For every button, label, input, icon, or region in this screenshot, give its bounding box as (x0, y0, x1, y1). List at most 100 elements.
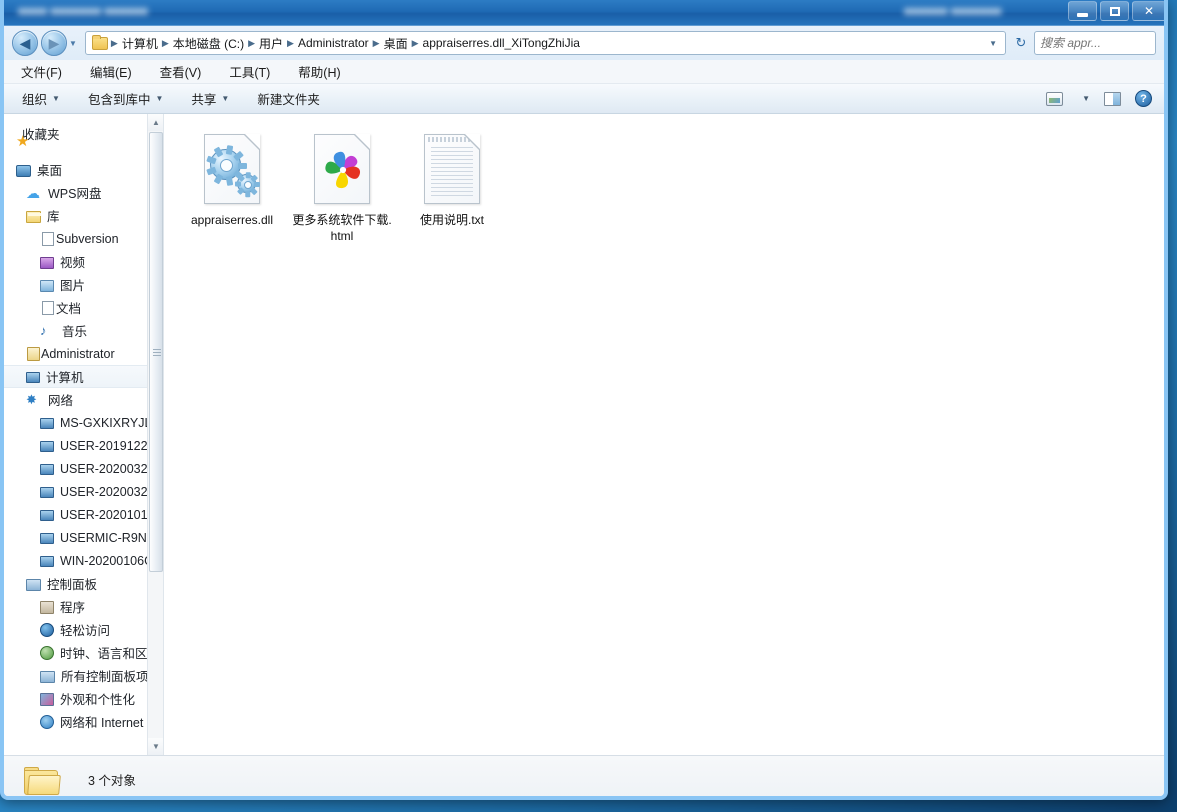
close-button[interactable]: ✕ (1132, 1, 1164, 21)
breadcrumb-separator: ▶ (161, 37, 169, 48)
forward-icon: ▶ (48, 34, 60, 51)
minimize-button[interactable] (1068, 1, 1097, 21)
file-name-label: 更多系统软件下载.html (292, 213, 392, 243)
organize-button[interactable]: 组织 ▼ (22, 89, 60, 108)
sidebar-item-16[interactable]: USER-20201017I (4, 503, 163, 526)
file-icon-wrap (204, 128, 260, 210)
sidebar-item-label: 外观和个性化 (60, 693, 136, 707)
chevron-down-icon: ▼ (69, 38, 77, 48)
sidebar-item-label: 音乐 (62, 325, 88, 339)
breadcrumb[interactable]: ▶ 计算机 ▶ 本地磁盘 (C:) ▶ 用户 ▶ Administrator ▶… (84, 31, 1006, 55)
scroll-down-icon[interactable]: ▼ (148, 738, 163, 755)
ease-of-access-icon (40, 623, 54, 637)
gear-tooth (213, 173, 224, 185)
change-view-icon[interactable] (1046, 91, 1064, 106)
sidebar-item-15[interactable]: USER-20200326Y (4, 480, 163, 503)
content-area: ★ 收藏夹桌面 ☁ WPS网盘库 Subversion 视频 图片 文档 ♪ 音乐 Administ… (4, 114, 1164, 755)
sidebar-item-11[interactable]: ✸ 网络 (4, 388, 163, 411)
sidebar-item-label: USER-20191220I (60, 438, 158, 453)
breadcrumb-separator: ▶ (372, 37, 380, 48)
maximize-button[interactable] (1100, 1, 1129, 21)
item-count-label: 3 个对象 (88, 774, 136, 788)
folder-icon (24, 765, 61, 795)
sidebar-item-23[interactable]: 所有控制面板项 (4, 664, 163, 687)
share-button[interactable]: 共享 ▼ (191, 89, 229, 108)
scroll-up-icon[interactable]: ▲ (148, 114, 163, 131)
search-box[interactable] (1034, 31, 1164, 55)
breadcrumb-item-2[interactable]: 用户 (256, 35, 286, 52)
breadcrumb-item-0[interactable]: 计算机 (119, 35, 161, 52)
breadcrumb-item-3[interactable]: Administrator (295, 36, 372, 50)
navigation-scrollbar[interactable]: ▲ ▼ (147, 114, 163, 755)
menu-file[interactable]: 文件(F) (18, 60, 65, 83)
sidebar-item-2[interactable]: ☁ WPS网盘 (4, 181, 163, 204)
breadcrumb-dropdown-icon[interactable]: ▼ (989, 39, 1001, 48)
file-item-dll[interactable]: appraiserres.dll (180, 128, 284, 244)
sidebar-item-14[interactable]: USER-20200320U (4, 457, 163, 480)
control-panel-icon (26, 578, 41, 591)
refresh-button[interactable]: ↻ (1010, 31, 1032, 55)
gear-small-icon (235, 172, 260, 197)
network-internet-icon (40, 715, 54, 729)
sidebar-item-25[interactable]: 网络和 Internet (4, 710, 163, 733)
sidebar-item-label: 库 (47, 210, 60, 224)
file-list-pane[interactable]: appraiserres.dll 更多系统软件下载.html 使用说明.txt (164, 114, 1164, 755)
gear-tooth (250, 174, 258, 182)
sidebar-item-8[interactable]: ♪ 音乐 (4, 319, 163, 342)
back-button[interactable]: ◀ (12, 30, 38, 56)
menu-view[interactable]: 查看(V) (157, 60, 205, 83)
programs-icon (40, 601, 54, 614)
sidebar-item-3[interactable]: 库 (4, 204, 163, 227)
file-item-txt[interactable]: 使用说明.txt (400, 128, 504, 244)
sidebar-item-7[interactable]: 文档 (4, 296, 163, 319)
sidebar-item-label: WPS网盘 (48, 187, 102, 201)
preview-pane-icon[interactable] (1104, 91, 1121, 106)
sidebar-item-0[interactable]: ★ 收藏夹 (4, 122, 163, 149)
computer-icon (40, 464, 54, 475)
menu-help[interactable]: 帮助(H) (295, 60, 343, 83)
sidebar-item-label: 网络 (48, 394, 74, 408)
command-toolbar: 组织 ▼ 包含到库中 ▼ 共享 ▼ 新建文件夹 ▼ ? (4, 84, 1164, 114)
sidebar-item-label: 网络和 Internet (60, 716, 144, 730)
sidebar-item-19[interactable]: 控制面板 (4, 572, 163, 595)
sidebar-item-9[interactable]: Administrator (4, 342, 163, 365)
breadcrumb-item-4[interactable]: 桌面 (381, 35, 411, 52)
forward-button[interactable]: ▶ (41, 30, 67, 56)
sidebar-item-4[interactable]: Subversion (4, 227, 163, 250)
sidebar-item-1[interactable]: 桌面 (4, 158, 163, 181)
sidebar-item-13[interactable]: USER-20191220I (4, 434, 163, 457)
new-folder-button[interactable]: 新建文件夹 (257, 89, 320, 108)
sidebar-item-18[interactable]: WIN-20200106G (4, 549, 163, 572)
include-in-library-button[interactable]: 包含到库中 ▼ (88, 89, 163, 108)
search-input[interactable] (1040, 36, 1164, 50)
sidebar-item-24[interactable]: 外观和个性化 (4, 687, 163, 710)
subversion-icon (42, 231, 54, 246)
computer-icon (40, 556, 54, 567)
title-bar[interactable]: ■■■■ ■■■■■■■ ■■■■■■ ■■■■■■ ■■■■■■■ ✕ (4, 0, 1164, 26)
toolbar-right-group: ▼ ? (1046, 90, 1152, 107)
folder-icon (91, 34, 108, 50)
appearance-icon (40, 693, 54, 706)
computer-icon (40, 510, 54, 521)
window-title-right: ■■■■■■ ■■■■■■■ (904, 4, 1002, 18)
chevron-down-icon[interactable]: ▼ (1082, 94, 1090, 103)
sidebar-item-12[interactable]: MS-GXKIXRYJLV (4, 411, 163, 434)
breadcrumb-item-1[interactable]: 本地磁盘 (C:) (170, 35, 247, 52)
sidebar-item-5[interactable]: 视频 (4, 250, 163, 273)
recent-pages-button[interactable]: ▼ (69, 39, 77, 48)
scrollbar-thumb[interactable] (149, 132, 163, 572)
sidebar-item-label: 桌面 (37, 164, 63, 178)
file-item-html[interactable]: 更多系统软件下载.html (290, 128, 394, 244)
help-icon[interactable]: ? (1135, 90, 1152, 107)
sidebar-item-22[interactable]: 时钟、语言和区域 (4, 641, 163, 664)
sidebar-item-6[interactable]: 图片 (4, 273, 163, 296)
menu-tools[interactable]: 工具(T) (226, 60, 273, 83)
sidebar-item-20[interactable]: 程序 (4, 595, 163, 618)
window-title-left: ■■■■ ■■■■■■■ ■■■■■■ (18, 4, 148, 18)
sidebar-item-21[interactable]: 轻松访问 (4, 618, 163, 641)
sidebar-item-10[interactable]: 计算机 (4, 365, 163, 388)
menu-edit[interactable]: 编辑(E) (87, 60, 135, 83)
breadcrumb-item-5[interactable]: appraiserres.dll_XiTongZhiJia (420, 36, 583, 50)
navigation-list: ★ 收藏夹桌面 ☁ WPS网盘库 Subversion 视频 图片 文档 ♪ 音乐 Administ… (4, 122, 163, 733)
sidebar-item-17[interactable]: USERMIC-R9N25 (4, 526, 163, 549)
